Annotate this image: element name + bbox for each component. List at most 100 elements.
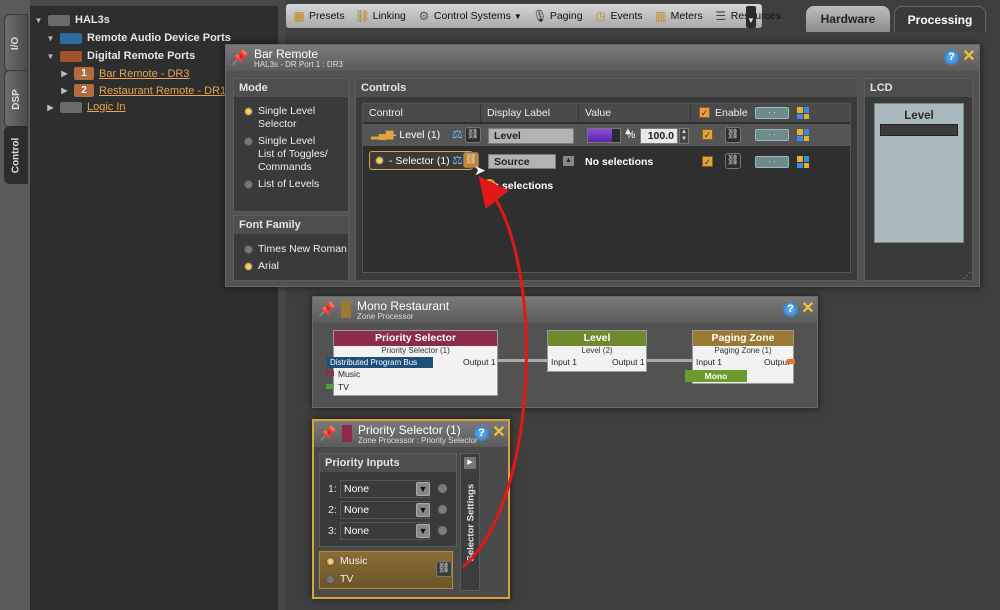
table-row[interactable]: - Selector (1) ⚖ ⛓ ➤ Source ▲ No selecti… [363, 148, 850, 178]
expand-right-icon[interactable]: ▶ [464, 457, 476, 469]
collapse-up-icon[interactable]: ▲ [563, 156, 574, 166]
tv-radio[interactable] [326, 575, 335, 584]
meters-label: Meters [670, 10, 703, 22]
tab-dsp[interactable]: DSP [4, 70, 28, 128]
input-port-tv[interactable] [326, 384, 334, 389]
window-title: Priority Selector (1) [358, 423, 461, 437]
control-name: - Level (1) [393, 129, 441, 141]
paging-zone-block[interactable]: Paging Zone Paging Zone (1) Input 1 Outp… [685, 330, 795, 384]
window-titlebar[interactable]: 📌 Mono Restaurant Zone Processor ? ✕ [313, 297, 817, 323]
pin-icon[interactable]: 📌 [319, 425, 337, 443]
mono-bus[interactable]: Mono [685, 370, 747, 382]
lcd-text: Level [904, 110, 934, 122]
collapse-icon[interactable]: ▼ [46, 34, 55, 43]
tree-item-remote-audio[interactable]: ▼ Remote Audio Device Ports [46, 32, 231, 44]
meters-button[interactable]: ▥ Meters [654, 9, 703, 23]
row-dots-button[interactable]: · · [755, 129, 789, 141]
resize-grip-icon[interactable]: ⋰ [963, 271, 971, 280]
link-icon[interactable]: ⛓ [465, 127, 481, 143]
control-systems-icon: ⚙ [418, 9, 430, 23]
link-icon[interactable]: ⛓ [725, 153, 741, 169]
value-spinner[interactable]: ▲ ▼ [679, 128, 689, 144]
color-grid-icon[interactable] [797, 129, 809, 141]
lcd-screen: Level [874, 103, 964, 243]
lcd-level-bar [880, 124, 958, 136]
expand-icon[interactable]: ▶ [46, 103, 55, 112]
collapse-icon[interactable]: ▼ [46, 52, 55, 61]
music-radio[interactable] [326, 557, 335, 566]
block-color-icon [342, 425, 352, 442]
table-row[interactable]: ▂▄▆ - Level (1) ⚖ ⛓ Level ▲ % 100.0 ▲ ▼ ✓… [363, 124, 850, 146]
close-icon[interactable]: ✕ [491, 425, 507, 441]
link-icon[interactable]: ⛓ [725, 127, 741, 143]
display-label-field[interactable]: Level [488, 128, 574, 144]
close-icon[interactable]: ✕ [800, 301, 816, 317]
row-dots-button[interactable]: · · [755, 156, 789, 168]
priority-selector-block[interactable]: Priority Selector Priority Selector (1) … [326, 330, 498, 396]
display-label-field[interactable]: Source [488, 154, 556, 169]
tab-io[interactable]: I/O [4, 14, 28, 72]
resources-icon: ☰ [715, 9, 727, 23]
chevron-down-icon[interactable]: ▼ [416, 524, 430, 538]
tree-item-bar-remote[interactable]: ▶ 1 Bar Remote - DR3 [60, 67, 189, 80]
tree-item-label[interactable]: Logic In [87, 101, 126, 113]
level-block[interactable]: Level Level (2) Input 1 Output 1 [547, 330, 647, 372]
expand-icon[interactable]: ▶ [60, 86, 69, 95]
header-dots-button[interactable]: · · [755, 107, 789, 119]
help-icon[interactable]: ? [944, 50, 959, 65]
tree-item-label[interactable]: Bar Remote - DR3 [99, 68, 189, 80]
events-button[interactable]: ◷ Events [594, 9, 642, 23]
tree-item-label: Digital Remote Ports [87, 50, 196, 62]
mode-radio-list-levels[interactable] [244, 180, 253, 189]
scale-icon: ⚖ [452, 153, 463, 167]
level-bar[interactable] [587, 128, 621, 143]
help-icon[interactable]: ? [783, 302, 798, 317]
selector-settings-drawer[interactable]: ▶ Selector Settings [460, 453, 480, 591]
input-program-bus[interactable]: Distributed Program Bus [327, 357, 433, 368]
linking-button[interactable]: ⛓ Linking [355, 9, 406, 23]
block-title: Level [548, 331, 646, 346]
link-icon[interactable]: ⛓ [436, 561, 452, 577]
tree-item-label[interactable]: Restaurant Remote - DR1 [99, 85, 226, 97]
pin-icon[interactable]: 📌 [318, 301, 336, 319]
column-header-enable: Enable [715, 107, 748, 119]
window-titlebar[interactable]: 📌 Priority Selector (1) Zone Processor :… [314, 421, 508, 447]
status-led [438, 526, 447, 535]
font-option-label: Times New Roman [258, 243, 347, 255]
enable-checkbox[interactable]: ✓ [702, 129, 713, 140]
tree-item-restaurant-remote[interactable]: ▶ 2 Restaurant Remote - DR1 [60, 84, 226, 97]
color-grid-icon[interactable] [797, 107, 809, 119]
chevron-down-icon[interactable]: ▼ [416, 482, 430, 496]
window-title: Bar Remote [254, 47, 319, 61]
value-field[interactable]: 100.0 [640, 128, 678, 144]
tab-hardware[interactable]: Hardware [806, 6, 890, 32]
help-icon[interactable]: ? [474, 426, 489, 441]
pin-icon[interactable]: 📌 [231, 49, 249, 67]
port-label: Music [338, 369, 361, 379]
wire [498, 359, 548, 362]
tree-item-logic-in[interactable]: ▶ Logic In [46, 101, 126, 113]
mode-radio-list-toggles[interactable] [244, 137, 253, 146]
window-titlebar[interactable]: 📌 Bar Remote HAL3s - DR Port 1 : DR3 ? ✕ [226, 45, 979, 71]
font-radio-arial[interactable] [244, 262, 253, 271]
enable-checkbox[interactable]: ✓ [702, 156, 713, 167]
expand-icon[interactable]: ▶ [60, 69, 69, 78]
output-port[interactable] [787, 359, 795, 364]
input-port-music[interactable] [326, 371, 334, 376]
column-header-control: Control [363, 104, 481, 122]
tree-root[interactable]: ▼ HAL3s [34, 14, 110, 26]
color-grid-icon[interactable] [797, 156, 809, 168]
tree-item-digital-remote[interactable]: ▼ Digital Remote Ports [46, 50, 196, 62]
presets-button[interactable]: ▦ Presets [292, 9, 344, 23]
mode-radio-single-selector[interactable] [244, 107, 253, 116]
paging-button[interactable]: 🎙 Paging [532, 9, 582, 23]
toolbar-overflow-button[interactable]: ▼ [746, 6, 756, 28]
font-radio-times[interactable] [244, 245, 253, 254]
chevron-down-icon[interactable]: ▼ [416, 503, 430, 517]
collapse-icon[interactable]: ▼ [34, 16, 43, 25]
port-label: Input 1 [696, 357, 722, 367]
close-icon[interactable]: ✕ [961, 49, 977, 65]
tab-processing[interactable]: Processing [894, 6, 986, 32]
control-systems-button[interactable]: ⚙ Control Systems ▼ [417, 9, 522, 23]
tab-control[interactable]: Control [4, 126, 28, 184]
